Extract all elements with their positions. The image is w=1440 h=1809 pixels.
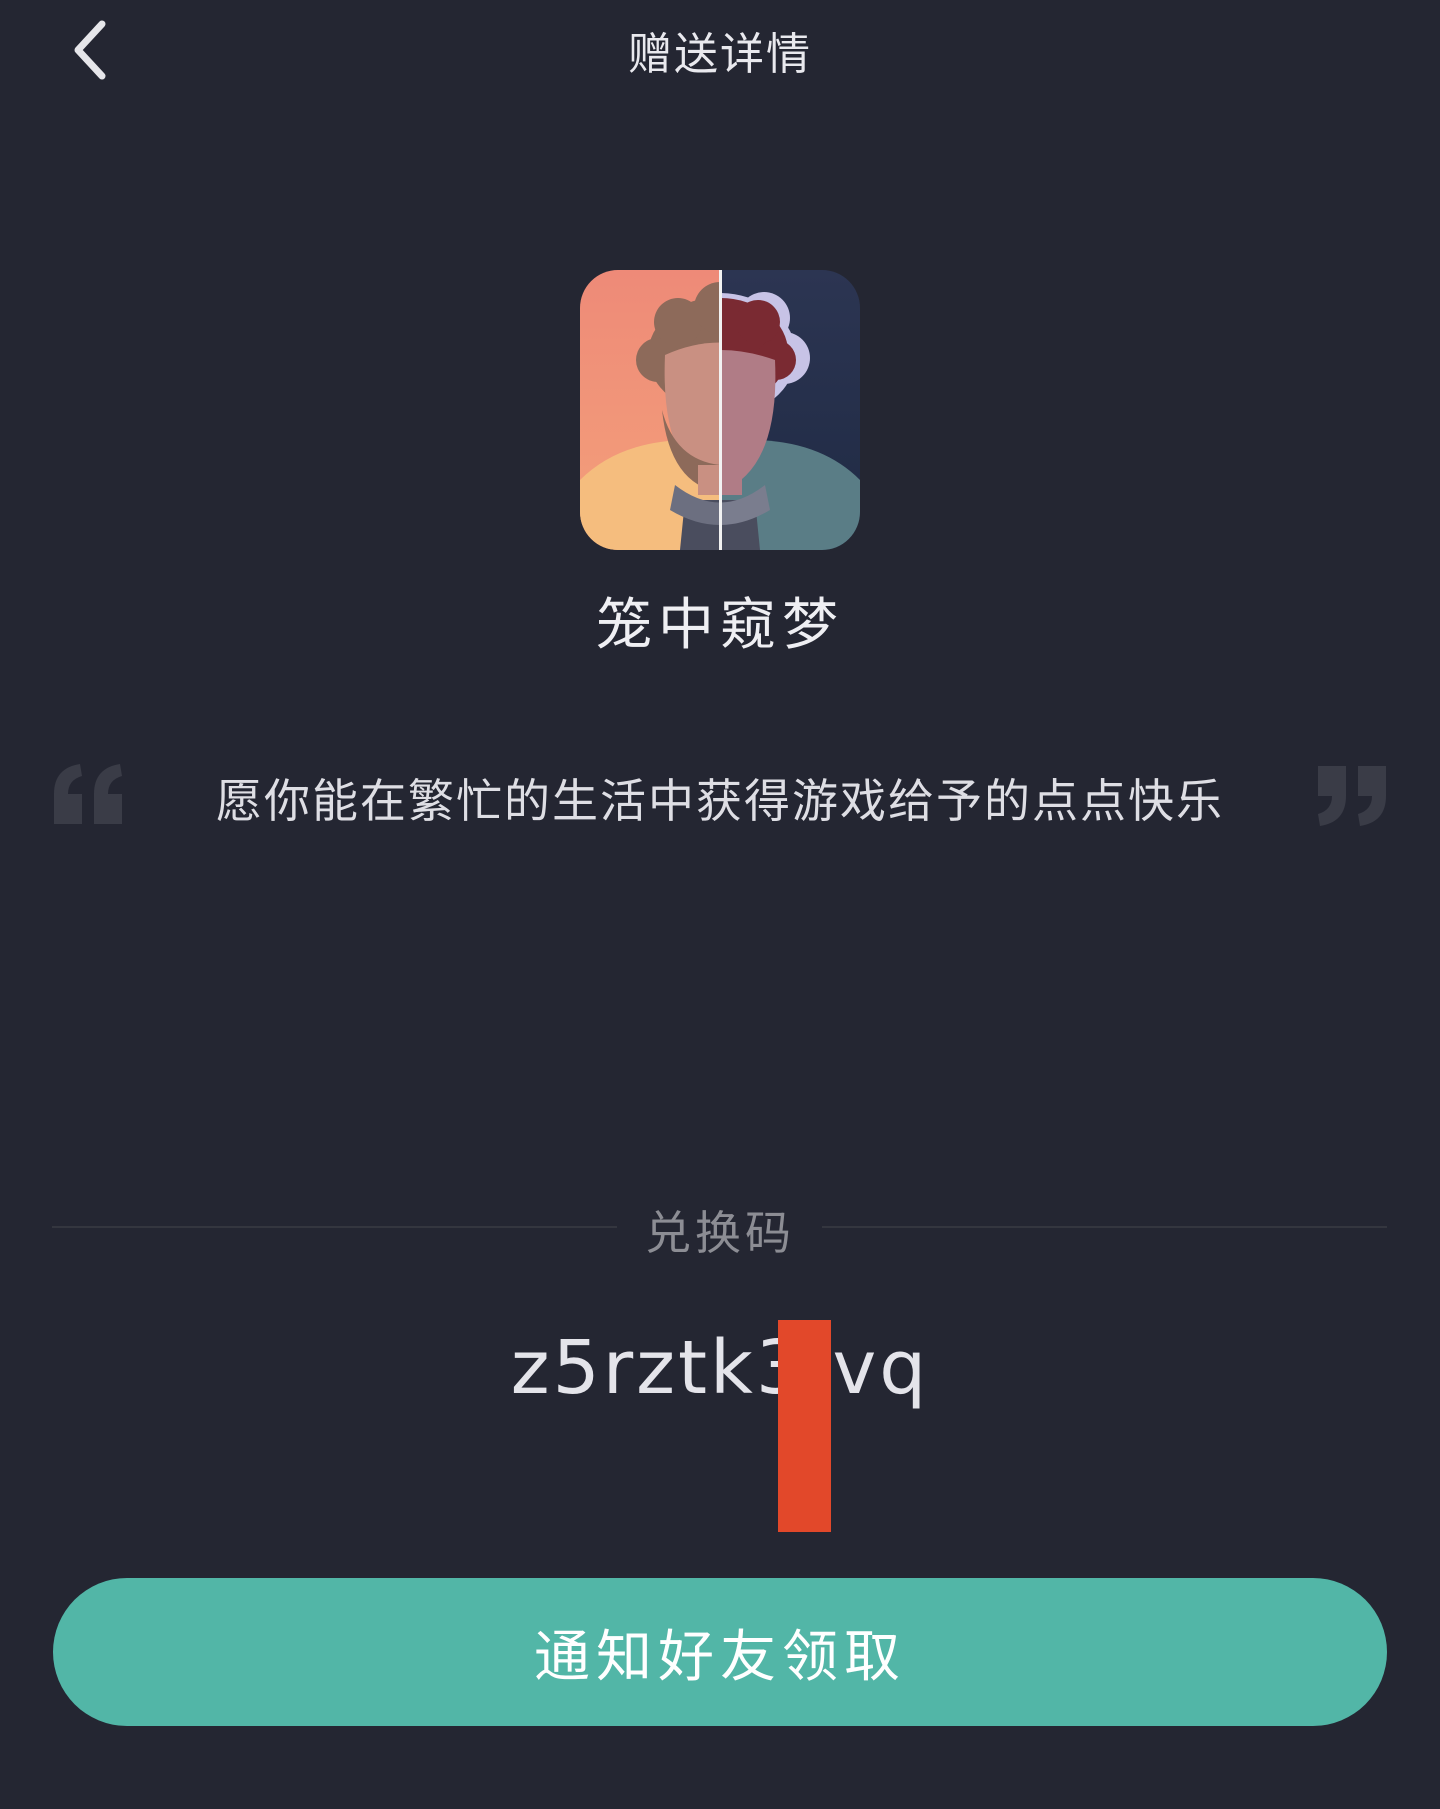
top-bar: 赠送详情 [0, 0, 1440, 100]
redeem-code-value[interactable]: z5rztk3 vq [0, 1325, 1440, 1411]
redeem-code-label: 兑换码 [645, 1206, 795, 1260]
page-title: 赠送详情 [628, 29, 812, 80]
notify-friend-button[interactable]: 通知好友领取 [53, 1578, 1387, 1726]
game-app-icon [580, 270, 860, 550]
notify-friend-button-label: 通知好友领取 [534, 1624, 906, 1690]
divider-right [822, 1226, 1387, 1228]
quote-open-icon [54, 764, 122, 824]
redaction-mark [778, 1320, 831, 1532]
gift-message: 愿你能在繁忙的生活中获得游戏给予的点点快乐 [216, 774, 1224, 828]
game-title: 笼中窥梦 [596, 593, 844, 658]
quote-close-icon [1318, 766, 1386, 826]
